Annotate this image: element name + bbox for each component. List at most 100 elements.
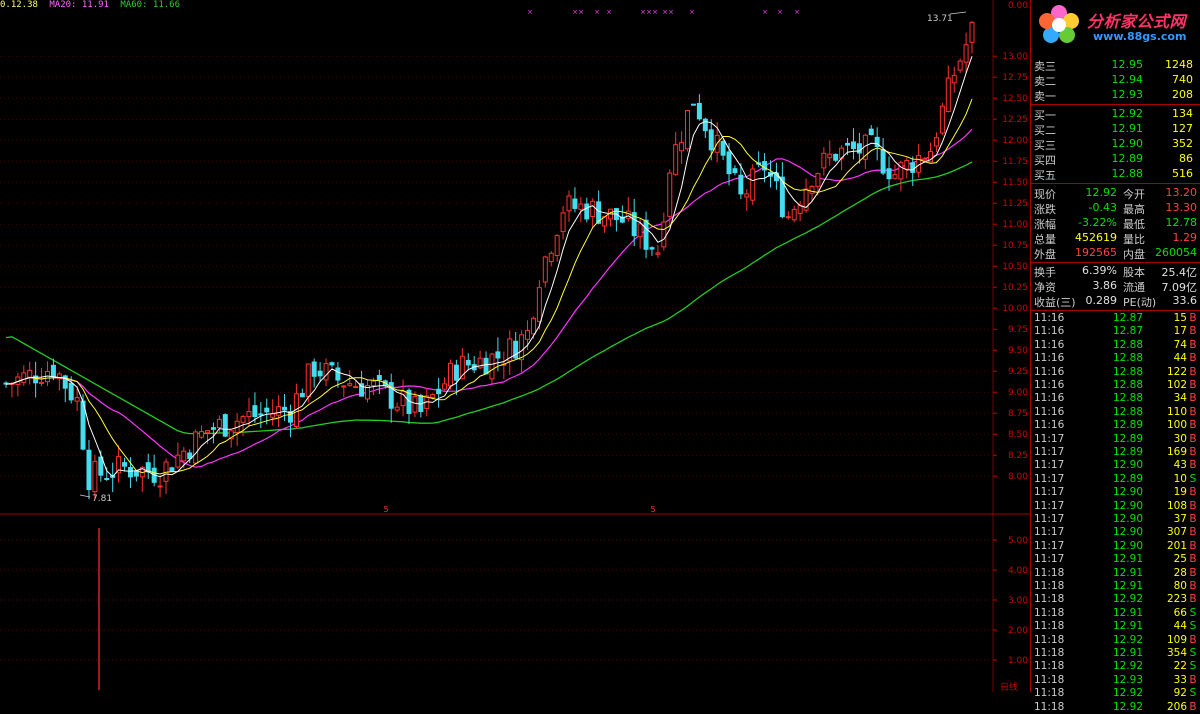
quote-key: 流通 — [1123, 281, 1145, 294]
candle-body — [732, 168, 738, 174]
period-label: 日线 — [1000, 681, 1018, 692]
tick-row: 11:16 12.88 34 B — [1031, 392, 1200, 405]
volume-tick-label: 4.00 — [1008, 566, 1028, 576]
tick-side: B — [1189, 700, 1197, 713]
legend-ma5: 0.12.38 — [0, 0, 38, 10]
candle-body — [122, 462, 128, 467]
tick-price: 12.88 — [1112, 352, 1143, 365]
event-marker: × — [594, 8, 600, 16]
tick-price: 12.89 — [1112, 446, 1143, 458]
tick-price: 12.91 — [1112, 620, 1143, 633]
tick-price: 12.92 — [1112, 660, 1143, 673]
candle-body — [181, 450, 187, 462]
tick-volume: 108 — [1166, 499, 1187, 512]
tick-row: 11:17 12.90 201 B — [1031, 540, 1200, 553]
quote-info-row: 现价 12.92 今开 13.20 — [1031, 186, 1200, 201]
tick-volume: 122 — [1166, 365, 1187, 378]
tick-row: 11:17 12.89 169 B — [1031, 446, 1200, 459]
tick-side: B — [1189, 526, 1197, 539]
tick-volume: 102 — [1166, 379, 1187, 391]
candle-body — [169, 467, 175, 472]
tick-price: 12.92 — [1112, 700, 1143, 713]
quote-value: 25.4亿 — [1161, 266, 1198, 279]
event-marker: × — [578, 8, 584, 16]
tick-row: 11:17 12.90 19 B — [1031, 486, 1200, 499]
tick-time: 11:16 — [1034, 325, 1065, 338]
tick-price: 12.88 — [1112, 338, 1143, 351]
candle-body — [489, 353, 495, 380]
tick-side: B — [1189, 392, 1197, 405]
candle-body — [690, 103, 696, 106]
candle-body — [939, 105, 945, 134]
tick-row: 11:16 12.88 102 B — [1031, 379, 1200, 392]
tick-time: 11:17 — [1034, 499, 1065, 512]
info-separator — [1031, 262, 1200, 263]
tick-volume: 307 — [1166, 526, 1187, 539]
tick-side: B — [1189, 325, 1197, 338]
price-tick-label: 11.50 — [1002, 178, 1028, 188]
buy-level-volume: 86 — [1179, 152, 1193, 165]
tick-side: B — [1189, 352, 1197, 365]
tick-volume: 44 — [1173, 620, 1187, 633]
quote-value: 13.30 — [1165, 201, 1198, 214]
brand-logo[interactable]: 分析家公式网 www.88gs.com — [1031, 0, 1200, 48]
tick-row: 11:16 12.88 44 B — [1031, 352, 1200, 365]
tick-time: 11:17 — [1034, 446, 1065, 458]
tick-row: 11:18 12.91 44 S — [1031, 620, 1200, 633]
quote-value: 0.289 — [1085, 294, 1118, 307]
tick-price: 12.89 — [1112, 432, 1143, 445]
sell-level-volume: 740 — [1172, 73, 1193, 86]
tick-price: 12.88 — [1112, 392, 1143, 405]
event-marker: × — [668, 8, 674, 16]
price-tick-label: 10.00 — [1002, 304, 1028, 314]
quote-key: 现价 — [1034, 188, 1056, 201]
tick-price: 12.92 — [1112, 593, 1143, 606]
tick-time: 11:16 — [1034, 405, 1065, 418]
tick-row: 11:18 12.92 109 B — [1031, 634, 1200, 647]
quote-value: 1.29 — [1172, 231, 1198, 244]
candle-body — [483, 357, 489, 375]
candle-body — [175, 454, 181, 468]
candle-body — [323, 363, 329, 381]
tick-time: 11:18 — [1034, 660, 1065, 673]
tick-volume: 37 — [1173, 513, 1187, 525]
tick-row: 11:16 12.88 74 B — [1031, 339, 1200, 352]
tick-time: 11:16 — [1034, 338, 1065, 351]
tick-price: 12.90 — [1112, 513, 1143, 525]
quote-value: 3.86 — [1092, 279, 1118, 292]
candle-body — [133, 470, 139, 477]
price-tick-label: 12.25 — [1002, 115, 1028, 125]
candle-body — [210, 427, 216, 430]
volume-tick-label: 1.00 — [1008, 656, 1028, 666]
candle-body — [560, 212, 566, 233]
sell-level-label: 卖三 — [1034, 60, 1056, 73]
candle-body — [696, 102, 702, 120]
quote-key: 涨跌 — [1034, 203, 1056, 216]
tick-volume: 17 — [1173, 325, 1187, 338]
buy-level-price: 12.90 — [1111, 137, 1144, 150]
buy-level-row: 买五 12.88 516 — [1031, 167, 1200, 182]
tick-time: 11:16 — [1034, 379, 1065, 391]
event-marker: × — [527, 8, 533, 16]
quote-key: 净资 — [1034, 281, 1056, 294]
candle-body — [282, 406, 288, 411]
tick-side: S — [1189, 687, 1197, 700]
quote-key: 总量 — [1034, 233, 1056, 246]
tick-volume: 354 — [1166, 647, 1187, 659]
tick-time: 11:17 — [1034, 486, 1065, 499]
tick-price: 12.91 — [1112, 580, 1143, 592]
volume-tick-label: 2.00 — [1008, 626, 1028, 636]
quote-info-row: 换手 6.39% 股本 25.4亿 — [1031, 264, 1200, 279]
candle-body — [447, 362, 453, 387]
event-marker: × — [640, 8, 646, 16]
quote-value: 12.92 — [1085, 186, 1118, 199]
buy-level-price: 12.88 — [1111, 167, 1144, 180]
brand-url: www.88gs.com — [1093, 30, 1187, 43]
kline-chart[interactable]: 13.00 12.75 12.50 12.25 12.00 11.75 11.50 11.25… — [0, 0, 1030, 692]
tick-row: 11:16 12.87 17 B — [1031, 325, 1200, 338]
volume-tick-label: 5.00 — [1008, 536, 1028, 546]
buy-level-price: 12.91 — [1111, 122, 1144, 135]
event-marker: × — [606, 8, 612, 16]
candle-body — [270, 413, 276, 418]
tick-volume: 100 — [1166, 419, 1187, 432]
